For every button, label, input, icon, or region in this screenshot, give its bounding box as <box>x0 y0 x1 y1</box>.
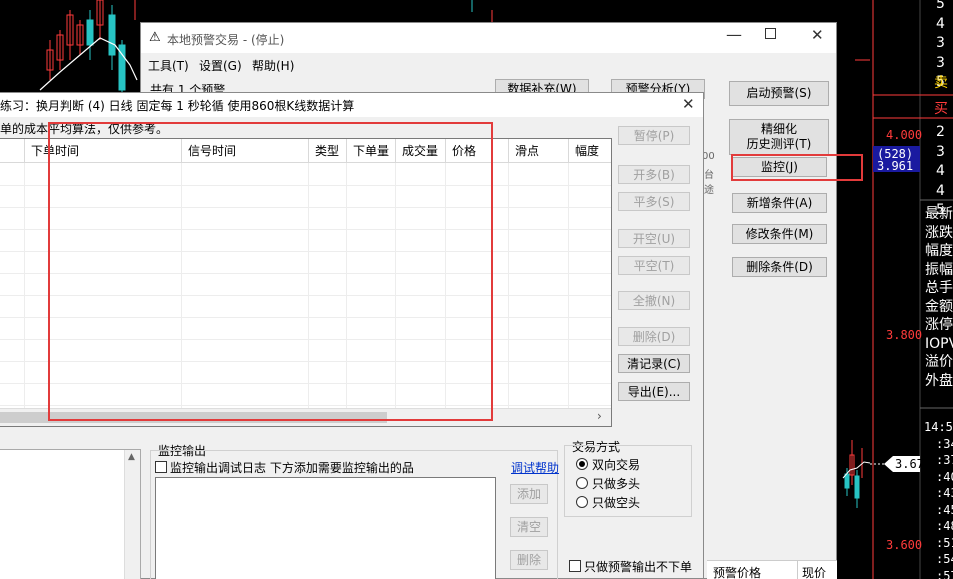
start-alert-button[interactable]: 启动预警(S) <box>729 81 829 106</box>
table-column-line <box>508 163 509 408</box>
quote-field-label: 总手 <box>925 280 953 296</box>
open-short-button[interactable]: 开空(U) <box>618 229 690 248</box>
price-label-4000: 4.000 <box>886 128 923 142</box>
maximize-icon[interactable] <box>765 28 776 39</box>
warn-only-label: 只做预警输出不下单 <box>584 560 693 574</box>
delete-symbol-button[interactable]: 删除 <box>510 550 548 570</box>
cancel-all-button[interactable]: 全撤(N) <box>618 291 690 310</box>
menu-help[interactable]: 帮助(H) <box>252 57 294 74</box>
column-header-blank[interactable] <box>0 139 25 163</box>
side-char-3: 途 <box>704 185 714 196</box>
minimize-icon[interactable]: — <box>726 25 742 44</box>
buy-label: 买 <box>934 101 948 117</box>
warn-only-checkbox[interactable] <box>569 560 581 572</box>
trade-mode-radio[interactable] <box>576 477 588 489</box>
add-condition-button[interactable]: 新增条件(A) <box>732 193 827 213</box>
tick-time: :34 <box>936 436 953 451</box>
scroll-up-icon[interactable]: ▲ <box>128 452 135 462</box>
trade-mode-radio[interactable] <box>576 458 588 470</box>
close-long-button[interactable]: 平多(S) <box>618 192 690 211</box>
side-char-2: 台 <box>704 170 714 181</box>
trade-mode-radio[interactable] <box>576 496 588 508</box>
menu-tools[interactable]: 工具(T) <box>148 57 189 74</box>
quote-field-label: IOPV <box>925 335 953 352</box>
front-close-icon[interactable]: ✕ <box>682 95 695 113</box>
quote-field-label: 溢价 <box>925 354 953 370</box>
backtest-button[interactable]: 精细化 历史测评(T) <box>729 119 829 155</box>
backtest-label-2: 历史测评(T) <box>746 137 812 151</box>
delete-record-button[interactable]: 删除(D) <box>618 327 690 346</box>
column-header[interactable]: 幅度 <box>569 139 611 163</box>
table-column-line <box>568 163 569 408</box>
monitor-debug-label: 监控输出调试日志 下方添加需要监控输出的品 <box>170 461 414 475</box>
delete-condition-button[interactable]: 删除条件(D) <box>732 257 827 277</box>
menu-settings[interactable]: 设置(G) <box>199 57 242 74</box>
tick-time: :54 <box>936 552 953 566</box>
monitor-debug-checkbox[interactable] <box>155 461 167 473</box>
open-long-button[interactable]: 开多(B) <box>618 165 690 184</box>
backtest-label-1: 精细化 <box>760 122 797 136</box>
quote-field-label: 涨跌 <box>925 224 953 241</box>
quote-field-label: 外盘 <box>925 372 953 389</box>
tick-time: :51 <box>936 535 953 550</box>
front-window-title: 练习：换月判断 (4) 日线 固定每 1 秒轮循 使用860根K线数据计算 <box>0 99 355 113</box>
current-price-badge: 3.675 <box>895 457 932 471</box>
highlight-box-monitor-button <box>731 154 863 181</box>
close-icon[interactable]: ✕ <box>811 26 824 44</box>
buy-volume: 3 <box>936 143 945 160</box>
trade-mode-label: 双向交易 <box>592 458 641 472</box>
scroll-right-icon[interactable]: › <box>597 409 602 423</box>
vertical-scrollbar[interactable]: ▲ <box>124 450 140 579</box>
buy-volume: 2 <box>936 124 945 140</box>
quote-field-label: 最新 <box>925 206 953 222</box>
quote-field-label: 振幅 <box>925 261 953 278</box>
clear-records-button[interactable]: 清记录(C) <box>618 354 690 373</box>
column-header[interactable]: 滑点 <box>509 139 569 163</box>
trade-mode-label: 只做多头 <box>592 477 641 491</box>
badge-price: 3.961 <box>877 159 914 173</box>
tick-time: :48 <box>936 519 953 533</box>
buy-volume: 4 <box>936 182 945 199</box>
tick-time: :40 <box>936 469 953 484</box>
monitor-symbol-list[interactable] <box>155 477 496 579</box>
price-label-3600: 3.600 <box>886 538 923 552</box>
quote-field-label: 涨停 <box>925 317 953 333</box>
trade-mode-label: 只做空头 <box>592 496 641 510</box>
highlight-box-order-table <box>48 122 493 421</box>
quote-field-label: 幅度 <box>925 243 953 259</box>
header-divider <box>797 561 798 579</box>
add-symbol-button[interactable]: 添加 <box>510 484 548 504</box>
pause-button[interactable]: 暂停(P) <box>618 126 690 145</box>
quote-field-label: 金额 <box>925 298 953 315</box>
back-window-title: 本地预警交易 - (停止) <box>167 33 285 47</box>
front-window-titlebar: 练习：换月判断 (4) 日线 固定每 1 秒轮循 使用860根K线数据计算 ✕ <box>0 93 703 117</box>
sell-label: 卖 <box>934 75 948 91</box>
export-button[interactable]: 导出(E)... <box>618 382 690 401</box>
debug-help-link[interactable]: 调试帮助 <box>511 459 559 476</box>
price-label-3800: 3.800 <box>886 328 923 342</box>
tick-time: 14:59 <box>924 420 953 434</box>
back-window-titlebar: ⚠ 本地预警交易 - (停止) — ✕ <box>141 23 836 53</box>
sell-volume: 3 <box>936 35 945 51</box>
clear-symbols-button[interactable]: 清空 <box>510 517 548 537</box>
sell-volume: 4 <box>936 15 945 32</box>
modify-condition-button[interactable]: 修改条件(M) <box>732 224 827 244</box>
strategy-list-panel[interactable]: ▲ <box>0 449 141 579</box>
header-current-price: 现价 <box>802 566 827 579</box>
tick-time: :43 <box>936 486 953 500</box>
alert-list-header: 预警价格 现价 <box>707 560 837 579</box>
app-logo-icon: ⚠ <box>149 30 161 45</box>
tick-time: :57 <box>936 568 953 579</box>
sell-volume: 5 <box>936 0 945 12</box>
tick-time: :37 <box>936 453 953 467</box>
close-short-button[interactable]: 平空(T) <box>618 256 690 275</box>
tick-time: :45 <box>936 502 953 517</box>
buy-volume: 4 <box>936 163 945 179</box>
header-alert-price: 预警价格 <box>713 566 762 579</box>
table-column-line <box>24 163 25 408</box>
sell-volume: 3 <box>936 54 945 71</box>
